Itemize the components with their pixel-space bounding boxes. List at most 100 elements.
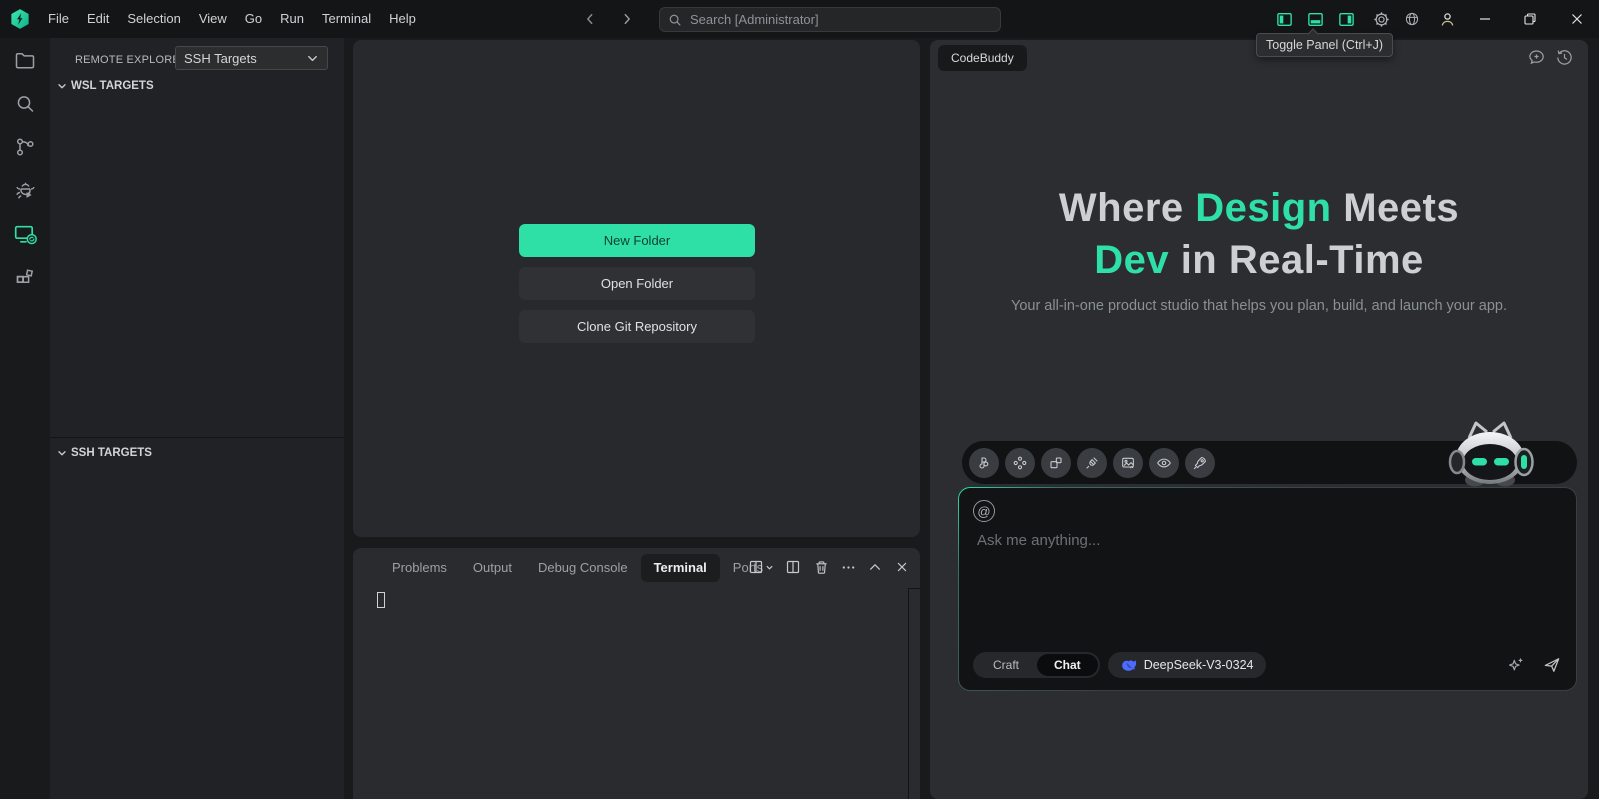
chat-textarea[interactable] [975,530,1555,630]
layout-sidebar-left-icon [1276,11,1293,28]
section-wsl-targets[interactable]: WSL TARGETS [56,76,154,96]
menu-bar: File Edit Selection View Go Run Terminal… [39,0,425,38]
figma-button[interactable] [969,448,999,478]
send-paper-plane-icon [1542,655,1562,675]
menu-help[interactable]: Help [380,0,425,38]
chat-bottom-bar: Craft Chat DeepSeek-V3-0324 [973,652,1562,678]
window-restore-button[interactable] [1507,0,1552,38]
mode-craft-button[interactable]: Craft [975,658,1037,672]
search-icon [668,13,682,27]
enhance-prompt-button[interactable] [1506,656,1525,675]
tab-output[interactable]: Output [460,554,525,582]
chat-actions [1506,655,1562,675]
chevron-left-icon [583,12,597,26]
remote-explorer-icon[interactable] [13,222,37,246]
mention-button[interactable]: @ [973,500,995,522]
tab-terminal[interactable]: Terminal [641,554,720,582]
sidebar-title: REMOTE EXPLORER [75,54,188,66]
menu-edit[interactable]: Edit [78,0,118,38]
deploy-button[interactable] [1185,448,1215,478]
toggle-panel-tooltip: Toggle Panel (Ctrl+J) [1256,33,1393,57]
history-button[interactable] [1555,48,1574,67]
sparkles-icon [1506,656,1525,675]
blocks-button[interactable] [1041,448,1071,478]
tab-debug-console[interactable]: Debug Console [525,554,641,582]
more-actions-button[interactable] [838,557,858,577]
deepseek-logo-icon [1121,657,1137,673]
split-terminal-button[interactable] [745,557,777,577]
global-search[interactable] [659,7,1001,32]
nav-back-button[interactable] [577,7,603,31]
codebuddy-panel: CodeBuddy Where Design Meets Dev in Real… [930,40,1588,799]
split-editor-button[interactable] [784,557,804,577]
source-control-icon[interactable] [13,135,37,159]
chevron-down-icon [56,80,68,92]
window-close-button[interactable] [1554,0,1599,38]
nav-forward-button[interactable] [614,7,640,31]
layout-panel-bottom-icon [1307,11,1324,28]
hero-heading-line2: Dev in Real-Time [930,238,1588,283]
mode-switch: Craft Chat [973,652,1100,678]
model-selector[interactable]: DeepSeek-V3-0324 [1108,652,1267,678]
menu-go[interactable]: Go [236,0,271,38]
browser-globe-icon [1404,11,1420,27]
preview-button[interactable] [1149,448,1179,478]
menu-terminal[interactable]: Terminal [313,0,380,38]
menu-run[interactable]: Run [271,0,313,38]
ssh-targets-dropdown[interactable]: SSH Targets [175,46,328,70]
menu-view[interactable]: View [190,0,236,38]
extensions-icon[interactable] [13,266,37,290]
search-sidebar-icon[interactable] [13,92,37,116]
menu-file[interactable]: File [39,0,78,38]
terminal-scrollbar[interactable] [908,588,920,799]
tab-codebuddy[interactable]: CodeBuddy [938,45,1027,71]
close-icon [895,560,909,574]
figma-icon [976,455,992,471]
window-minimize-button[interactable] [1462,0,1507,38]
integrations-button[interactable] [1077,448,1107,478]
dropdown-value: SSH Targets [184,51,306,66]
kill-terminal-button[interactable] [811,557,831,577]
remote-explorer-sidebar: REMOTE EXPLORER SSH Targets WSL TARGETS … [50,38,344,799]
gear-icon [1373,11,1390,28]
components-button[interactable] [1005,448,1035,478]
split-panel-icon [786,559,802,575]
assistant-header-actions [1527,48,1574,67]
sidebar-divider [50,437,344,438]
search-input[interactable] [688,11,992,28]
terminal-cursor [377,592,385,608]
panel-actions [745,552,912,582]
explorer-folder-icon[interactable] [13,49,37,73]
chat-plus-icon [1527,48,1546,67]
close-panel-button[interactable] [892,557,912,577]
ellipsis-icon [841,560,856,575]
new-chat-button[interactable] [1527,48,1546,67]
rocket-icon [1192,455,1208,471]
browser-button[interactable] [1397,0,1427,38]
section-ssh-targets[interactable]: SSH TARGETS [56,443,152,463]
image-upload-button[interactable] [1113,448,1143,478]
activity-bar [0,38,50,799]
clone-git-repository-button[interactable]: Clone Git Repository [519,310,755,343]
blocks-icon [1048,455,1064,471]
components-icon [1012,455,1028,471]
account-button[interactable] [1432,0,1462,38]
at-icon: @ [977,504,990,519]
close-icon [1571,13,1583,25]
open-folder-button[interactable]: Open Folder [519,267,755,300]
menu-selection[interactable]: Selection [118,0,189,38]
chat-input-box: @ Craft Chat DeepSeek-V3-0324 [958,487,1577,691]
tab-problems[interactable]: Problems [379,554,460,582]
app-logo-icon [9,8,31,30]
run-and-debug-icon[interactable] [13,179,37,203]
chevron-right-icon [620,12,634,26]
restore-icon [1524,13,1536,25]
mode-chat-button[interactable]: Chat [1037,654,1098,676]
eye-icon [1156,455,1172,471]
new-folder-button[interactable]: New Folder [519,224,755,257]
maximize-panel-button[interactable] [865,557,885,577]
send-button[interactable] [1542,655,1562,675]
hero-heading-line1: Where Design Meets [930,186,1588,231]
layout-sidebar-right-icon [1338,11,1355,28]
editor-welcome-panel: New Folder Open Folder Clone Git Reposit… [353,40,920,537]
